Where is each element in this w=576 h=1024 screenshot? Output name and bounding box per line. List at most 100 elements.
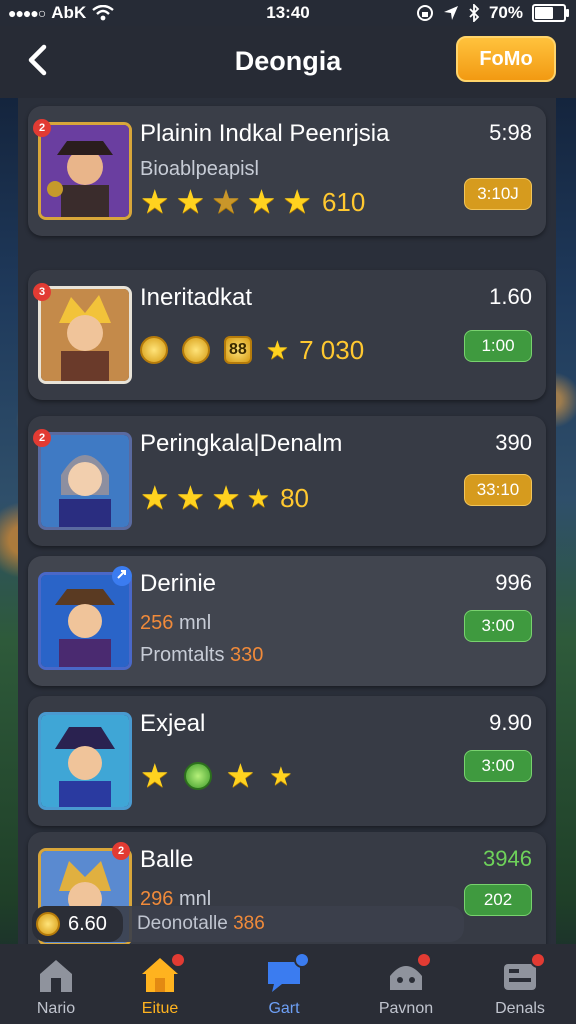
bluetooth-icon — [469, 4, 480, 22]
time-pill[interactable]: 202 — [464, 884, 532, 916]
notification-dot — [530, 952, 546, 968]
player-name: Derinie — [140, 570, 217, 597]
notification-badge: 3 — [33, 283, 51, 301]
player-name: Peringkala|Denalm — [140, 430, 343, 457]
rating-row: ★ ★ ★ ★ 80 — [140, 479, 310, 516]
coin-icon — [182, 336, 210, 364]
rating-value: 610 — [321, 186, 366, 217]
notification-dot — [170, 952, 186, 968]
time-pill[interactable]: 33:10 — [464, 474, 532, 506]
chat-icon — [264, 952, 310, 994]
coin-icon — [140, 336, 168, 364]
time-pill[interactable]: 3:10J — [464, 178, 532, 210]
promo-text: Promtalts — [140, 644, 225, 666]
promo-value: 330 — [230, 644, 264, 666]
list-item[interactable]: Derinie 256 mnl Promtalts 330 996 3:00 — [28, 556, 546, 686]
summary-text: Deonotalle — [136, 913, 228, 934]
coin-icon: 88 — [224, 336, 252, 364]
list-item[interactable]: 2 Plainin Indkal Peenrjsia Bioablpeapisl… — [28, 106, 546, 236]
tab-label: Pavnon — [378, 1000, 434, 1017]
rating-row: ★ ★ ★ — [140, 757, 293, 794]
star-icon: ★ — [140, 757, 170, 794]
notification-badge: 2 — [33, 119, 51, 137]
score-time: 996 — [495, 570, 532, 595]
player-name: Balle — [140, 846, 194, 873]
player-subtitle: 256 mnl — [140, 612, 211, 635]
rating-value: 7 030 — [299, 334, 365, 365]
star-icon: ★ — [140, 479, 170, 516]
status-right: 70% — [416, 3, 569, 23]
home-icon — [36, 956, 76, 994]
tab-eitue[interactable]: Eitue — [104, 952, 216, 1022]
star-icon: ★ — [211, 479, 241, 516]
star-icon: ★ — [175, 479, 206, 516]
battery-fill — [535, 7, 554, 19]
avatar — [38, 432, 132, 530]
location-arrow-icon — [443, 6, 458, 20]
star-icon: ★ — [211, 183, 241, 220]
player-name: Plainin Indkal Peenrjsia — [140, 120, 390, 147]
tab-label: Denals — [495, 1000, 545, 1017]
battery-icon — [532, 4, 569, 22]
rating-row: ★ ★ ★ ★ ★ 610 — [140, 183, 366, 220]
score-time: 9.90 — [489, 710, 532, 735]
rating-value: 80 — [280, 482, 310, 513]
summary-right-value: 386 — [233, 913, 265, 934]
summary-bar[interactable]: 6.60 Deonotalle 386 — [32, 906, 464, 942]
dice-icon — [386, 952, 432, 994]
notification-dot — [294, 952, 310, 968]
coin-icon — [183, 762, 212, 790]
summary-left: 6.60 — [32, 906, 123, 942]
time-pill[interactable]: 3:00 — [464, 750, 532, 782]
header: Deongia FoMo — [0, 26, 576, 98]
sub-unit: mnl — [178, 612, 212, 634]
tab-bar: Nario Eitue Gart Pavnon Denals — [0, 944, 576, 1024]
star-icon: ★ — [175, 183, 206, 220]
score-time: 3946 — [483, 846, 532, 871]
tab-label: Eitue — [141, 1000, 179, 1017]
star-icon: ★ — [282, 183, 312, 220]
sub-value: 256 — [140, 612, 174, 634]
tab-nario[interactable]: Nario — [0, 952, 112, 1022]
notification-badge: 2 — [33, 429, 51, 447]
list-item[interactable]: 3 Ineritadkat 88 ★ 7 030 1.60 1:00 — [28, 270, 546, 400]
tab-pavnon[interactable]: Pavnon — [350, 952, 462, 1022]
promo-button[interactable]: FoMo — [456, 36, 556, 82]
tab-label: Nario — [36, 1000, 76, 1017]
player-name: Ineritadkat — [140, 284, 253, 311]
player-promo: Promtalts 330 — [140, 644, 263, 667]
list-item[interactable]: 2 Peringkala|Denalm ★ ★ ★ ★ 80 390 33:10 — [28, 416, 546, 546]
summary-right: Deonotalle 386 — [137, 913, 265, 935]
star-icon: ★ — [246, 183, 277, 220]
player-name: Exjeal — [140, 710, 206, 737]
coin-icon — [36, 912, 60, 936]
avatar — [38, 286, 132, 384]
star-icon: ★ — [140, 183, 170, 220]
score-time: 5:98 — [489, 120, 532, 145]
star-icon: ★ — [246, 483, 271, 513]
avatar — [38, 572, 132, 670]
time-pill[interactable]: 1:00 — [464, 330, 532, 362]
orientation-lock-icon — [416, 5, 433, 21]
tab-denals[interactable]: Denals — [464, 952, 576, 1022]
notification-badge: 2 — [112, 842, 130, 860]
battery-percent: 70% — [488, 3, 523, 22]
summary-value: 6.60 — [68, 912, 107, 935]
status-bar: ●●●●○ AbK 13:40 70% — [0, 0, 576, 26]
score-time: 1.60 — [489, 284, 532, 309]
house-gold-icon — [140, 952, 186, 994]
controller-icon — [500, 952, 546, 994]
tab-gart[interactable]: Gart — [228, 952, 340, 1022]
leaderboard-list: 2 Plainin Indkal Peenrjsia Bioablpeapisl… — [18, 98, 556, 944]
avatar — [38, 122, 132, 220]
rating-row: 88 ★ 7 030 — [140, 334, 364, 366]
score-time: 390 — [495, 430, 532, 455]
avatar — [38, 712, 132, 810]
star-icon: ★ — [225, 757, 256, 794]
list-item[interactable]: Exjeal ★ ★ ★ 9.90 3:00 — [28, 696, 546, 826]
notification-dot — [416, 952, 432, 968]
star-icon: ★ — [269, 761, 293, 791]
player-subtitle: Bioablpeapisl — [140, 158, 259, 180]
tab-label: Gart — [268, 1000, 300, 1017]
time-pill[interactable]: 3:00 — [464, 610, 532, 642]
